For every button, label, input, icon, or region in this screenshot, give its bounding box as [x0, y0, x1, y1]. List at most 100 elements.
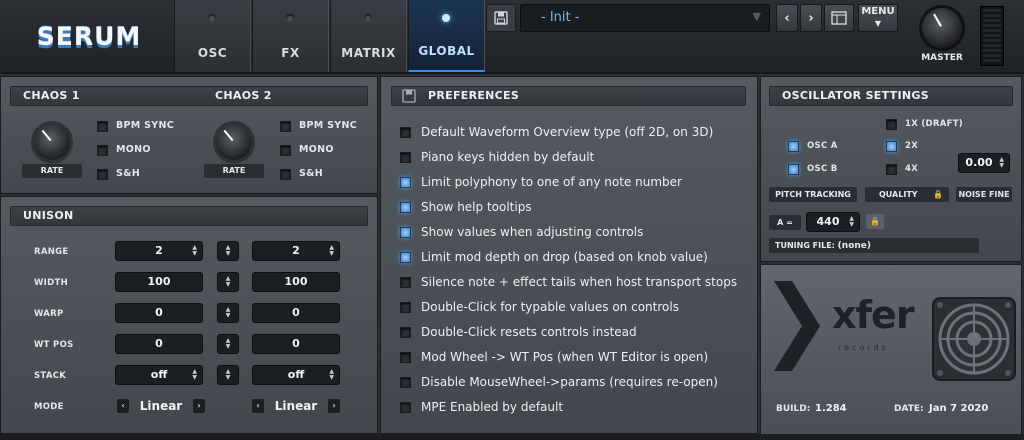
- up-down-icon: ▲ ▼: [329, 244, 334, 257]
- unison-width-b[interactable]: 100: [252, 272, 340, 292]
- preference-label: Silence note + effect tails when host tr…: [421, 275, 738, 289]
- pitch-tracking-label: PITCH TRACKING: [769, 187, 857, 202]
- chaos2-bpm-sync-checkbox[interactable]: [280, 121, 291, 132]
- preference-label: MPE Enabled by default: [421, 400, 564, 414]
- browser-button[interactable]: [824, 4, 854, 32]
- menu-button[interactable]: MENU ▼: [858, 4, 898, 32]
- tab-fx[interactable]: FX: [252, 0, 329, 72]
- unison-wtpos-link-spin[interactable]: ▲ ▼: [217, 334, 239, 354]
- chaos-header: CHAOS 1 CHAOS 2: [10, 86, 368, 106]
- preference-checkbox[interactable]: [400, 202, 411, 213]
- arrow-left-icon[interactable]: ‹: [252, 399, 264, 413]
- chaos2-sh-checkbox[interactable]: [280, 169, 291, 180]
- preference-checkbox[interactable]: [400, 177, 411, 188]
- bottom-strip: [0, 434, 1024, 440]
- date-value: Jan 7 2020: [929, 403, 989, 414]
- noise-fine-label: NOISE FINE: [956, 187, 1012, 202]
- quality-1x-checkbox[interactable]: [886, 119, 897, 130]
- a-equals-label: A =: [769, 215, 801, 230]
- quality-2x-checkbox[interactable]: [886, 141, 897, 152]
- menu-caret-icon: ▼: [874, 19, 882, 28]
- xfer-brand-sub: records: [838, 343, 889, 352]
- a4-frequency-value[interactable]: 440 ▲ ▼: [806, 212, 860, 232]
- chaos1-rate-label: RATE: [22, 164, 82, 178]
- osc-b-pitch-tracking-checkbox[interactable]: [788, 164, 799, 175]
- chaos2-rate-knob[interactable]: [216, 124, 252, 160]
- unison-range-a[interactable]: 2 ▲ ▼: [115, 241, 203, 261]
- unison-range-link-spin[interactable]: ▲ ▼: [217, 241, 239, 261]
- preference-label: Disable MouseWheel->params (requires re-…: [421, 375, 718, 389]
- unison-mode-a-selector[interactable]: ‹ Linear ›: [115, 397, 207, 415]
- quality-4x-checkbox[interactable]: [886, 164, 897, 175]
- preset-name: - Init -: [541, 10, 580, 25]
- xfer-brand-text: xfer: [832, 293, 915, 337]
- preference-checkbox[interactable]: [400, 377, 411, 388]
- master-label: MASTER: [921, 53, 963, 63]
- chevron-down-icon: ▼: [752, 10, 761, 23]
- unison-warp-b[interactable]: 0: [252, 303, 340, 323]
- unison-stack-b[interactable]: off ▲ ▼: [252, 365, 340, 385]
- tab-matrix[interactable]: MATRIX: [330, 0, 407, 72]
- prev-preset-button[interactable]: ‹: [776, 4, 798, 32]
- unison-header: UNISON: [10, 206, 368, 226]
- tab-led-icon: [364, 14, 372, 22]
- tab-osc[interactable]: OSC: [174, 0, 251, 72]
- chaos1-rate-knob[interactable]: [34, 124, 70, 160]
- xfer-logo-mark: [774, 281, 820, 371]
- tab-led-icon: [208, 14, 216, 22]
- arrow-left-icon[interactable]: ‹: [117, 399, 129, 413]
- noise-fine-value[interactable]: 0.00 ▲ ▼: [958, 153, 1010, 173]
- serum-logo: SERUM: [36, 21, 142, 51]
- unison-mode-b-selector[interactable]: ‹ Linear ›: [250, 397, 342, 415]
- unison-width-link-spin[interactable]: ▲ ▼: [217, 272, 239, 292]
- preference-label: Show help tooltips: [421, 200, 532, 214]
- preference-label: Double-Click for typable values on contr…: [421, 300, 679, 314]
- unison-width-a[interactable]: 100: [115, 272, 203, 292]
- chevron-left-icon: ‹: [784, 10, 790, 26]
- osc-a-pitch-tracking-checkbox[interactable]: [788, 141, 799, 152]
- tuning-file-row[interactable]: TUNING FILE: (none): [769, 238, 979, 253]
- preference-checkbox[interactable]: [400, 352, 411, 363]
- top-bar: SERUM OSC FX MATRIX GLOBAL - Init - ▼ ‹ …: [0, 0, 1024, 74]
- chevron-right-icon: ›: [808, 10, 814, 26]
- preference-checkbox[interactable]: [400, 277, 411, 288]
- browser-icon: [831, 11, 847, 25]
- up-down-icon: ▲ ▼: [192, 244, 197, 257]
- chaos1-bpm-sync-checkbox[interactable]: [97, 121, 108, 132]
- unison-wtpos-a[interactable]: 0: [115, 334, 203, 354]
- unison-stack-a[interactable]: off ▲ ▼: [115, 365, 203, 385]
- preference-checkbox[interactable]: [400, 302, 411, 313]
- preference-label: Show values when adjusting controls: [421, 225, 644, 239]
- unison-warp-link-spin[interactable]: ▲ ▼: [217, 303, 239, 323]
- chaos2-rate-label: RATE: [204, 164, 264, 178]
- preference-checkbox[interactable]: [400, 127, 411, 138]
- preference-checkbox[interactable]: [400, 327, 411, 338]
- preset-selector[interactable]: - Init - ▼: [520, 4, 770, 32]
- unison-stack-link-spin[interactable]: ▲ ▼: [217, 365, 239, 385]
- save-preset-button[interactable]: [486, 4, 516, 32]
- preference-checkbox[interactable]: [400, 152, 411, 163]
- chaos1-sh-checkbox[interactable]: [97, 169, 108, 180]
- arrow-right-icon[interactable]: ›: [193, 399, 205, 413]
- chaos1-mono-checkbox[interactable]: [97, 145, 108, 156]
- preferences-header: PREFERENCES: [391, 86, 746, 106]
- arrow-right-icon[interactable]: ›: [328, 399, 340, 413]
- chaos2-mono-checkbox[interactable]: [280, 145, 291, 156]
- up-down-icon: ▲ ▼: [192, 368, 197, 381]
- preference-checkbox[interactable]: [400, 227, 411, 238]
- lock-icon[interactable]: 🔒: [866, 214, 884, 229]
- tab-global[interactable]: GLOBAL: [408, 0, 485, 72]
- up-down-icon: ▲ ▼: [329, 368, 334, 381]
- preference-checkbox[interactable]: [400, 402, 411, 413]
- preference-label: Limit mod depth on drop (based on knob v…: [421, 250, 708, 264]
- preference-checkbox[interactable]: [400, 252, 411, 263]
- preference-label: Mod Wheel -> WT Pos (when WT Editor is o…: [421, 350, 709, 364]
- lock-icon[interactable]: 🔒: [933, 187, 943, 202]
- output-level-meter: [980, 6, 1004, 66]
- next-preset-button[interactable]: ›: [800, 4, 822, 32]
- master-volume-knob[interactable]: [922, 8, 962, 48]
- floppy-disk-icon[interactable]: [402, 89, 416, 103]
- unison-range-b[interactable]: 2 ▲ ▼: [252, 241, 340, 261]
- unison-wtpos-b[interactable]: 0: [252, 334, 340, 354]
- unison-warp-a[interactable]: 0: [115, 303, 203, 323]
